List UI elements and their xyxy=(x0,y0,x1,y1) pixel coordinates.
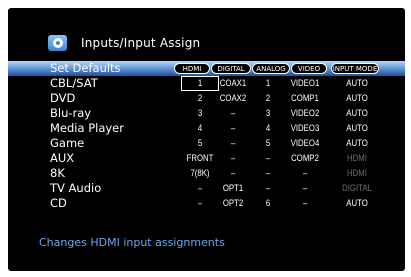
col-hdmi: HDMI xyxy=(174,63,210,74)
input-row-label: Blu-ray xyxy=(50,106,92,120)
col-analog: ANALOG xyxy=(252,63,290,74)
input-row-label: AUX xyxy=(50,151,75,165)
input-row[interactable]: CBL/SAT 1 COAX1 1 VIDEO1 AUTO xyxy=(8,76,405,91)
input-row[interactable]: 8K 7(8K) – – – HDMI xyxy=(8,166,405,181)
cell-mode[interactable]: AUTO xyxy=(337,136,378,151)
cell-video[interactable]: – xyxy=(285,181,326,196)
col-digital: DIGITAL xyxy=(211,63,251,74)
cell-mode[interactable]: HDMI xyxy=(337,166,378,181)
input-row-label: Media Player xyxy=(50,121,124,135)
input-row-label: CD xyxy=(50,196,67,210)
cell-video[interactable]: VIDEO3 xyxy=(285,121,326,136)
input-assign-icon xyxy=(48,35,67,51)
input-row-label: CBL/SAT xyxy=(50,76,98,90)
input-row-label: DVD xyxy=(50,91,76,105)
input-row[interactable]: Blu-ray 3–3 VIDEO2 AUTO xyxy=(8,106,405,121)
cell-video[interactable]: VIDEO2 xyxy=(285,106,326,121)
cell-analog[interactable]: – xyxy=(248,166,289,181)
cell-video[interactable]: – xyxy=(285,196,326,211)
help-text: Changes HDMI input assignments xyxy=(39,236,225,249)
cell-mode[interactable]: AUTO xyxy=(337,76,378,91)
cell-mode[interactable]: DIGITAL xyxy=(337,181,378,196)
header: Inputs/Input Assign xyxy=(48,34,200,52)
cell-video[interactable]: – xyxy=(285,166,326,181)
cell-analog[interactable]: 5 xyxy=(248,136,289,151)
set-defaults-label: Set Defaults xyxy=(50,61,121,75)
cell-analog[interactable]: – xyxy=(248,151,289,166)
cell-video[interactable]: VIDEO1 xyxy=(285,76,326,91)
input-row[interactable]: TV Audio – OPT1– – DIGITAL xyxy=(8,181,405,196)
input-row-label: Game xyxy=(50,136,85,150)
input-row-label: TV Audio xyxy=(50,181,102,195)
cell-mode[interactable]: HDMI xyxy=(337,151,378,166)
cell-mode[interactable]: AUTO xyxy=(337,121,378,136)
cell-analog[interactable]: 1 xyxy=(248,76,289,91)
col-input-mode: INPUT MODE xyxy=(331,63,379,74)
cell-analog[interactable]: 3 xyxy=(248,106,289,121)
input-row[interactable]: Game 5–5 VIDEO4 AUTO xyxy=(8,136,405,151)
cell-video[interactable]: COMP2 xyxy=(285,151,326,166)
cell-mode[interactable]: AUTO xyxy=(337,196,378,211)
cell-analog[interactable]: 4 xyxy=(248,121,289,136)
cell-analog[interactable]: 6 xyxy=(248,196,289,211)
cell-analog[interactable]: – xyxy=(248,181,289,196)
col-video: VIDEO xyxy=(291,63,327,74)
input-row[interactable]: CD – OPT2 6– AUTO xyxy=(8,196,405,211)
page-title: Inputs/Input Assign xyxy=(81,36,201,50)
cell-video[interactable]: COMP1 xyxy=(285,91,326,106)
input-row[interactable]: Media Player 4–4 VIDEO3 AUTO xyxy=(8,121,405,136)
input-row[interactable]: DVD 2 COAX2 2 COMP1 AUTO xyxy=(8,91,405,106)
input-row-label: 8K xyxy=(50,166,65,180)
cell-mode[interactable]: AUTO xyxy=(337,106,378,121)
osd-screen: Inputs/Input Assign Set Defaults HDMI DI… xyxy=(8,8,405,271)
input-row[interactable]: AUX FRONT – – COMP2 HDMI xyxy=(8,151,405,166)
cell-analog[interactable]: 2 xyxy=(248,91,289,106)
cell-video[interactable]: VIDEO4 xyxy=(285,136,326,151)
cell-mode[interactable]: AUTO xyxy=(337,91,378,106)
